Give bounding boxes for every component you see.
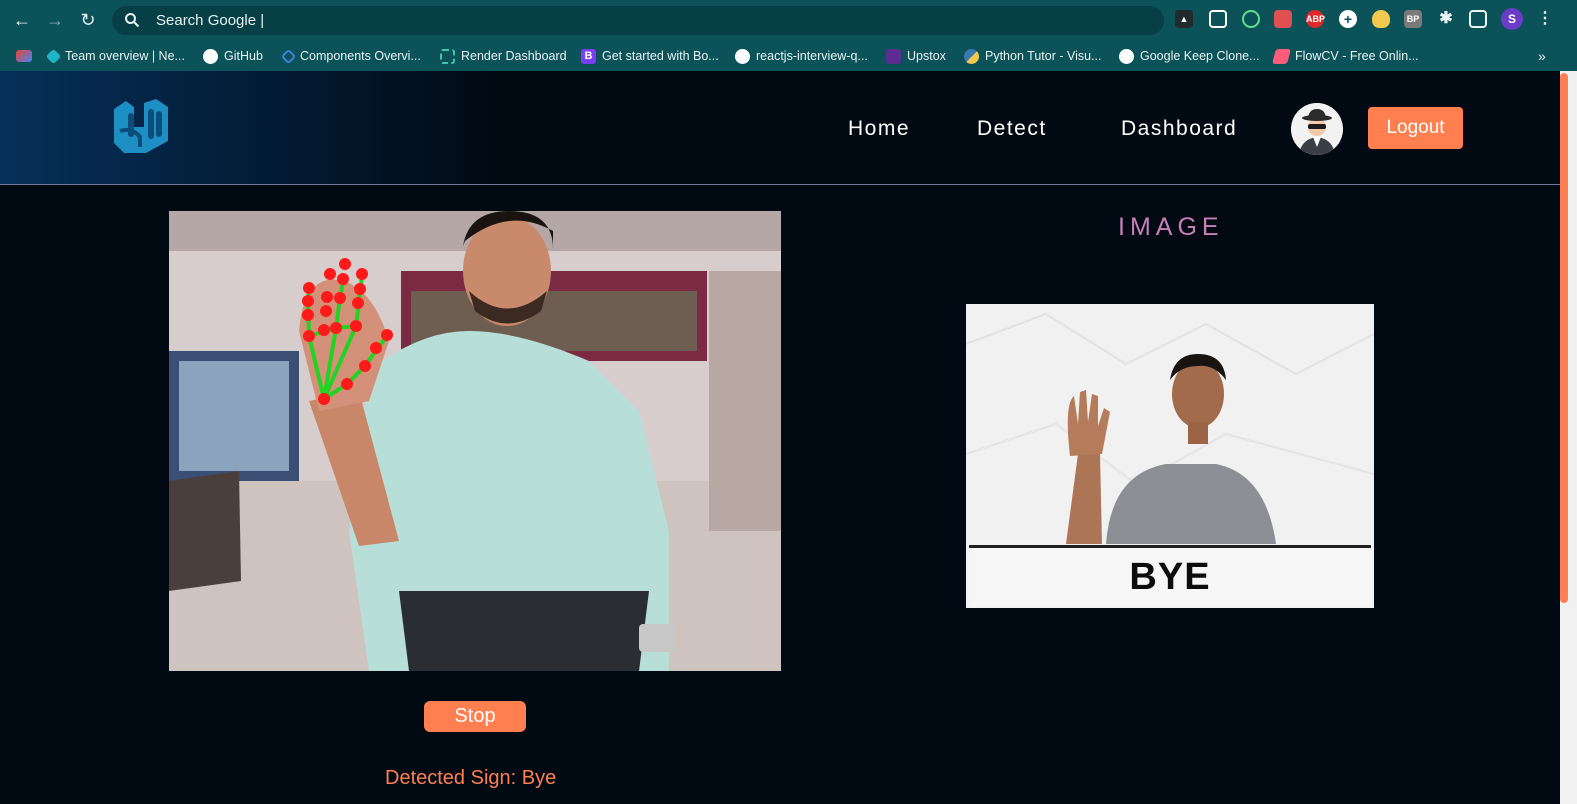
bookmark-item[interactable]: Python Tutor - Visu... [964, 46, 1102, 66]
hand-logo-icon[interactable] [110, 97, 172, 155]
spy-avatar-icon [1291, 103, 1343, 155]
bookmark-item[interactable]: Team overview | Ne... [45, 46, 185, 66]
nav-home[interactable]: Home [848, 117, 910, 141]
bookmark-item[interactable]: Components Overvi... [280, 46, 421, 66]
diamond-outline-icon [280, 48, 297, 64]
stop-button[interactable]: Stop [424, 701, 526, 732]
bookmark-item[interactable]: GitHub [203, 46, 263, 66]
adblock-icon[interactable]: ABP [1306, 10, 1325, 28]
bootstrap-icon: B [581, 48, 596, 64]
bp-extension-icon[interactable]: BP [1404, 10, 1422, 28]
github-icon [735, 48, 750, 64]
puzzle-icon[interactable]: ✱ [1437, 10, 1455, 28]
app-page: Home Detect Dashboard Logout Stop Detect… [0, 71, 1560, 804]
add-circle-icon[interactable]: + [1339, 10, 1357, 28]
globe-icon [1119, 48, 1134, 64]
gmail-icon[interactable] [16, 46, 32, 66]
diamond-icon [45, 48, 62, 64]
nav-dashboard[interactable]: Dashboard [1121, 117, 1237, 141]
bookmark-item[interactable]: Upstox [886, 46, 946, 66]
side-panel-icon[interactable] [1469, 10, 1487, 28]
sign-person-image [966, 304, 1374, 544]
browser-toolbar: ← → ↻ Search Google | ▲ ABP + BP ✱ S ⋮ [0, 0, 1577, 40]
user-avatar[interactable] [1291, 103, 1343, 155]
site-header: Home Detect Dashboard Logout [0, 71, 1560, 185]
address-bar[interactable]: Search Google | [112, 6, 1164, 35]
detected-sign-text: Detected Sign: Bye [385, 767, 557, 789]
search-icon [125, 13, 140, 28]
profile-avatar[interactable]: S [1501, 8, 1523, 30]
extension-red-icon[interactable] [1274, 10, 1292, 28]
scrollbar-thumb[interactable] [1560, 73, 1568, 603]
bookmark-item[interactable]: B Get started with Bo... [581, 46, 719, 66]
menu-kebab-icon[interactable]: ⋮ [1536, 10, 1554, 28]
logout-button[interactable]: Logout [1368, 107, 1463, 149]
bulb-icon[interactable] [1372, 10, 1390, 28]
graduation-cap-icon[interactable]: ▲ [1175, 10, 1193, 28]
python-icon [964, 48, 979, 64]
image-heading: IMAGE [1118, 213, 1224, 241]
nav-detect[interactable]: Detect [977, 117, 1047, 141]
render-icon [440, 48, 455, 64]
more-bookmarks-icon[interactable]: » [1538, 46, 1546, 66]
sign-reference-image: BYE [966, 304, 1374, 608]
picture-in-picture-icon[interactable] [1209, 10, 1227, 28]
bookmark-item[interactable]: FlowCV - Free Onlin... [1271, 46, 1419, 66]
webcam-feed [169, 211, 781, 671]
github-icon [203, 48, 218, 64]
bookmark-item[interactable]: Google Keep Clone... [1119, 46, 1260, 66]
bookmarks-bar: Team overview | Ne... GitHub Components … [0, 40, 1577, 71]
upstox-icon [886, 48, 901, 64]
bookmark-item[interactable]: reactjs-interview-q... [735, 46, 868, 66]
back-icon[interactable]: ← [11, 9, 33, 31]
webcam-scene-image [169, 211, 781, 671]
reload-icon[interactable]: ↻ [77, 9, 99, 31]
target-icon[interactable] [1242, 10, 1260, 28]
sign-caption: BYE [969, 545, 1371, 606]
forward-icon[interactable]: → [44, 9, 66, 31]
address-bar-text: Search Google | [156, 12, 265, 29]
flowcv-icon [1271, 48, 1292, 64]
bookmark-item[interactable]: Render Dashboard [440, 46, 567, 66]
